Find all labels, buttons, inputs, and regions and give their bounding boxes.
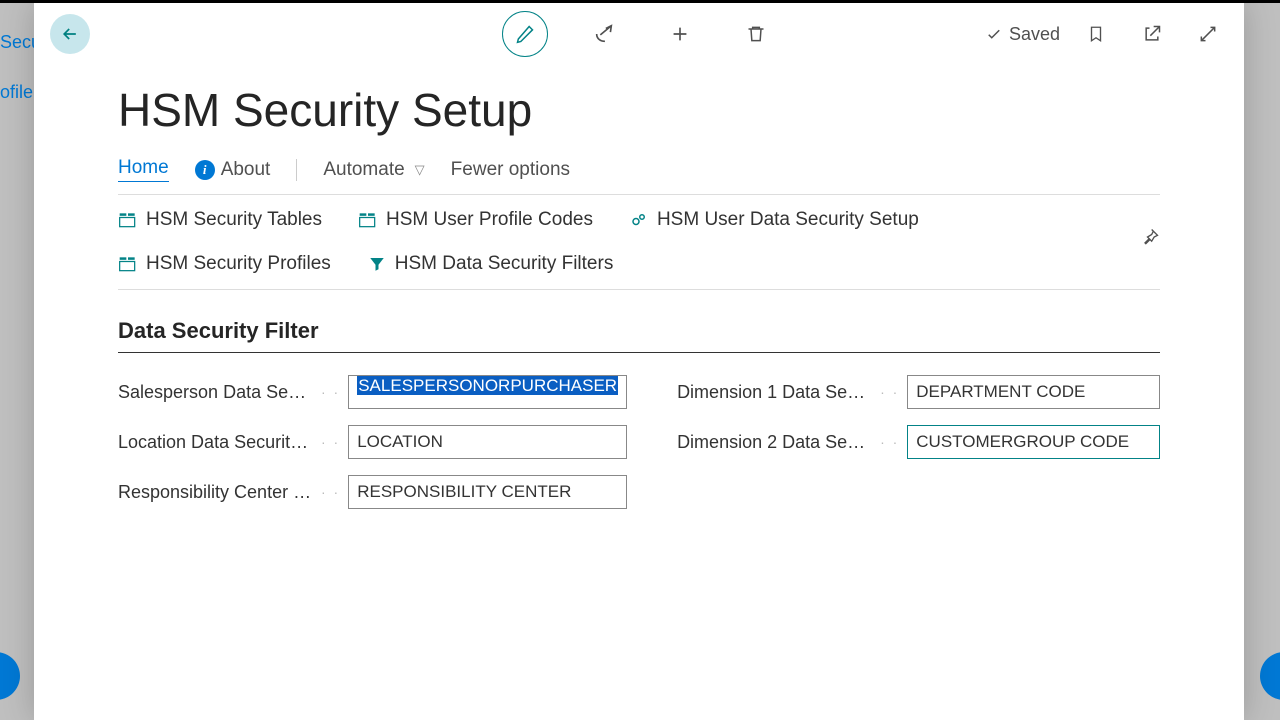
fab-right[interactable] — [1260, 652, 1280, 700]
filter-icon — [367, 255, 387, 273]
expand-button[interactable] — [1188, 14, 1228, 54]
field-label: Responsibility Center … — [118, 482, 313, 503]
chevron-down-icon: ▽ — [415, 162, 425, 178]
tab-about-label: About — [221, 159, 271, 181]
tab-automate[interactable]: Automate ▽ — [323, 159, 424, 181]
salesperson-input[interactable]: SALESPERSONORPURCHASER — [348, 375, 627, 409]
fab-left[interactable] — [0, 652, 20, 700]
center-actions — [502, 11, 776, 57]
tab-fewer-options[interactable]: Fewer options — [451, 159, 570, 181]
dots: · · — [321, 434, 340, 450]
field-label: Dimension 1 Data Sec… — [677, 382, 872, 403]
action-hsm-data-security-filters[interactable]: HSM Data Security Filters — [367, 253, 614, 275]
pin-button[interactable] — [1140, 227, 1160, 252]
selected-text: SALESPERSONORPURCHASER — [357, 376, 618, 395]
field-label: Salesperson Data Sec… — [118, 382, 313, 403]
table-icon — [118, 255, 138, 273]
dots: · · — [880, 384, 899, 400]
form-grid: Salesperson Data Sec… · · SALESPERSONORP… — [118, 375, 1160, 509]
action-label: HSM User Data Security Setup — [657, 209, 919, 231]
field-label: Location Data Securit… — [118, 432, 313, 453]
saved-status: Saved — [985, 24, 1060, 45]
delete-button[interactable] — [736, 14, 776, 54]
field-responsibility: Responsibility Center … · · — [118, 475, 627, 509]
action-label: HSM User Profile Codes — [386, 209, 593, 231]
dimension1-input[interactable] — [907, 375, 1160, 409]
field-salesperson: Salesperson Data Sec… · · SALESPERSONORP… — [118, 375, 627, 409]
page-title: HSM Security Setup — [34, 65, 1244, 137]
field-location: Location Data Securit… · · — [118, 425, 627, 459]
dots: · · — [321, 384, 340, 400]
gears-icon — [629, 211, 649, 229]
tab-row: Home i About Automate ▽ Fewer options — [118, 137, 1160, 195]
dimension2-input[interactable] — [907, 425, 1160, 459]
bg-text: ofile — [0, 82, 33, 103]
action-hsm-security-tables[interactable]: HSM Security Tables — [118, 209, 322, 231]
saved-label: Saved — [1009, 24, 1060, 45]
tab-automate-label: Automate — [323, 159, 404, 181]
dots: · · — [321, 484, 340, 500]
location-input[interactable] — [348, 425, 627, 459]
responsibility-input[interactable] — [348, 475, 627, 509]
action-label: HSM Data Security Filters — [395, 253, 614, 275]
back-button[interactable] — [50, 14, 90, 54]
tab-about[interactable]: i About — [195, 159, 271, 181]
table-icon — [118, 211, 138, 229]
action-hsm-security-profiles[interactable]: HSM Security Profiles — [118, 253, 331, 275]
action-label: HSM Security Profiles — [146, 253, 331, 275]
new-button[interactable] — [660, 14, 700, 54]
page-modal: Saved HSM Security Setup Home i About Au… — [34, 3, 1244, 720]
bookmark-button[interactable] — [1076, 14, 1116, 54]
divider — [296, 159, 297, 181]
modal-header: Saved — [34, 3, 1244, 65]
action-row: HSM Security Tables HSM User Profile Cod… — [118, 195, 1160, 290]
table-icon — [358, 211, 378, 229]
section-title: Data Security Filter — [118, 318, 1160, 353]
edit-button[interactable] — [502, 11, 548, 57]
right-actions: Saved — [985, 14, 1228, 54]
tab-home[interactable]: Home — [118, 157, 169, 182]
field-dimension2: Dimension 2 Data Sec… · · — [677, 425, 1160, 459]
action-hsm-user-profile-codes[interactable]: HSM User Profile Codes — [358, 209, 593, 231]
popout-button[interactable] — [1132, 14, 1172, 54]
action-hsm-user-data-security-setup[interactable]: HSM User Data Security Setup — [629, 209, 919, 231]
action-label: HSM Security Tables — [146, 209, 322, 231]
info-icon: i — [195, 160, 215, 180]
field-dimension1: Dimension 1 Data Sec… · · — [677, 375, 1160, 409]
field-label: Dimension 2 Data Sec… — [677, 432, 872, 453]
dots: · · — [880, 434, 899, 450]
share-button[interactable] — [584, 14, 624, 54]
